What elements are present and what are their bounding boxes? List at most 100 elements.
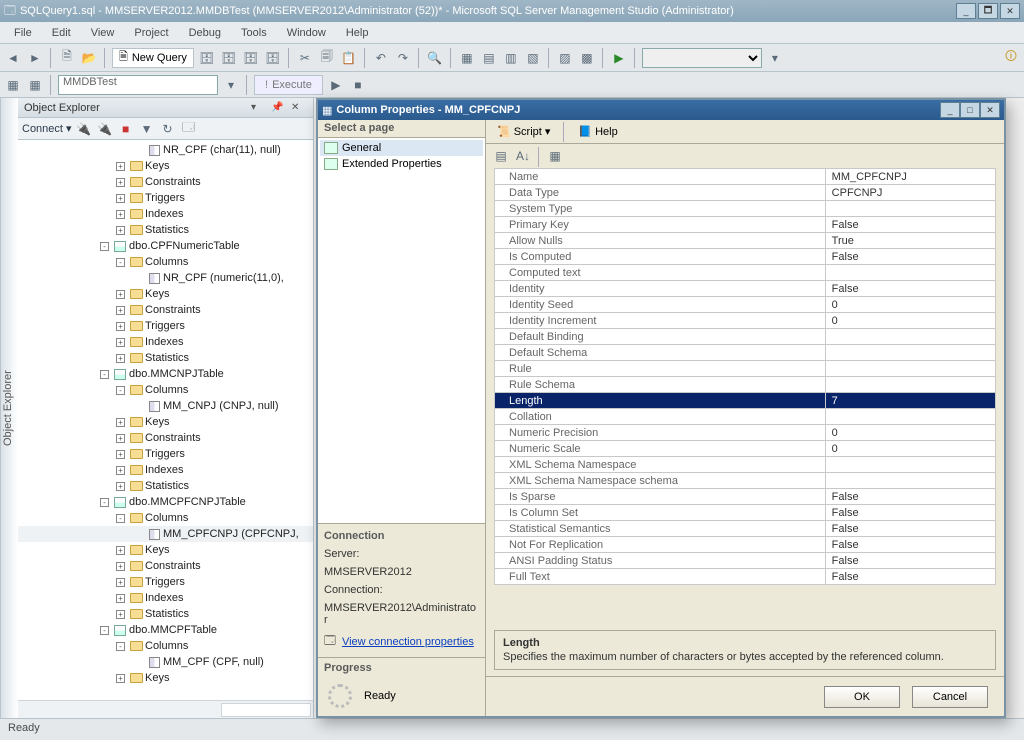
db4-icon[interactable]: 🗄 bbox=[264, 49, 282, 67]
property-row[interactable]: Rule bbox=[495, 361, 996, 377]
expand-toggle[interactable]: - bbox=[100, 242, 109, 251]
menu-help[interactable]: Help bbox=[338, 25, 377, 41]
tree-node[interactable]: +Triggers bbox=[18, 318, 313, 334]
open-db-icon[interactable]: 🗄 bbox=[198, 49, 216, 67]
expand-toggle[interactable]: + bbox=[116, 178, 125, 187]
t2b-icon[interactable]: ▦ bbox=[26, 76, 44, 94]
database-combo[interactable]: MMDBTest bbox=[58, 75, 218, 95]
execute-button[interactable]: ! Execute bbox=[254, 75, 323, 95]
expand-toggle[interactable]: + bbox=[116, 562, 125, 571]
expand-toggle[interactable]: - bbox=[116, 642, 125, 651]
menu-project[interactable]: Project bbox=[126, 25, 176, 41]
expand-toggle[interactable]: + bbox=[116, 434, 125, 443]
tree-node[interactable]: -dbo.MMCPFCNPJTable bbox=[18, 494, 313, 510]
tree-node[interactable]: -Columns bbox=[18, 638, 313, 654]
expand-toggle[interactable]: + bbox=[116, 578, 125, 587]
expand-toggle[interactable]: + bbox=[116, 162, 125, 171]
tree-node[interactable]: NR_CPF (numeric(11,0), bbox=[18, 270, 313, 286]
maximize-button[interactable]: 🗖 bbox=[978, 3, 998, 19]
expand-toggle[interactable]: - bbox=[116, 514, 125, 523]
dialog-close-button[interactable]: ✕ bbox=[980, 102, 1000, 118]
tree-node[interactable]: NR_CPF (char(11), null) bbox=[18, 142, 313, 158]
tree-node[interactable]: +Statistics bbox=[18, 222, 313, 238]
oe-tool2-icon[interactable]: 🔌 bbox=[96, 120, 114, 138]
expand-toggle[interactable]: + bbox=[116, 290, 125, 299]
property-row[interactable]: Rule Schema bbox=[495, 377, 996, 393]
find-icon[interactable]: 🔍 bbox=[426, 49, 444, 67]
tree-node[interactable]: +Keys bbox=[18, 670, 313, 686]
property-row[interactable]: Length7 bbox=[495, 393, 996, 409]
forward-icon[interactable]: ► bbox=[26, 49, 44, 67]
tree-node[interactable]: +Indexes bbox=[18, 590, 313, 606]
cancel-button[interactable]: Cancel bbox=[912, 686, 988, 708]
tool2-icon[interactable]: ▤ bbox=[480, 49, 498, 67]
menu-view[interactable]: View bbox=[83, 25, 123, 41]
pin-icon[interactable]: 📌 bbox=[271, 102, 287, 113]
ok-button[interactable]: OK bbox=[824, 686, 900, 708]
expand-toggle[interactable]: + bbox=[116, 194, 125, 203]
properties-grid[interactable]: NameMM_CPFCNPJData TypeCPFCNPJSystem Typ… bbox=[494, 168, 996, 585]
property-row[interactable]: IdentityFalse bbox=[495, 281, 996, 297]
connect-button[interactable]: Connect ▾ bbox=[22, 122, 72, 135]
sort-icon[interactable]: A↓ bbox=[514, 147, 532, 165]
cut-icon[interactable]: ✂ bbox=[296, 49, 314, 67]
oe-tool1-icon[interactable]: 🔌 bbox=[75, 120, 93, 138]
tree-node[interactable]: +Triggers bbox=[18, 446, 313, 462]
expand-toggle[interactable]: + bbox=[116, 210, 125, 219]
property-row[interactable]: XML Schema Namespace bbox=[495, 457, 996, 473]
expand-toggle[interactable]: + bbox=[116, 226, 125, 235]
play-icon[interactable]: ▶ bbox=[610, 49, 628, 67]
object-tree[interactable]: NR_CPF (char(11), null) +Keys +Constraints… bbox=[18, 140, 313, 700]
tree-node[interactable]: +Statistics bbox=[18, 350, 313, 366]
tree-node[interactable]: MM_CPF (CPF, null) bbox=[18, 654, 313, 670]
menu-file[interactable]: File bbox=[6, 25, 40, 41]
t2a-icon[interactable]: ▦ bbox=[4, 76, 22, 94]
tree-node[interactable]: +Constraints bbox=[18, 302, 313, 318]
expand-toggle[interactable]: + bbox=[116, 418, 125, 427]
property-row[interactable]: Identity Seed0 bbox=[495, 297, 996, 313]
grid-tool-icon[interactable]: ▦ bbox=[546, 147, 564, 165]
property-row[interactable]: Numeric Scale0 bbox=[495, 441, 996, 457]
property-row[interactable]: Primary KeyFalse bbox=[495, 217, 996, 233]
menu-debug[interactable]: Debug bbox=[181, 25, 229, 41]
tree-node[interactable]: +Indexes bbox=[18, 334, 313, 350]
tree-node[interactable]: -Columns bbox=[18, 382, 313, 398]
expand-toggle[interactable]: + bbox=[116, 482, 125, 491]
categorize-icon[interactable]: ▤ bbox=[492, 147, 510, 165]
property-row[interactable]: Is Column SetFalse bbox=[495, 505, 996, 521]
oe-tool3-icon[interactable]: 🗔 bbox=[180, 120, 198, 138]
paste-icon[interactable]: 📋 bbox=[340, 49, 358, 67]
dialog-minimize-button[interactable]: _ bbox=[940, 102, 960, 118]
oe-refresh-icon[interactable]: ↻ bbox=[159, 120, 177, 138]
property-row[interactable]: Data TypeCPFCNPJ bbox=[495, 185, 996, 201]
expand-toggle[interactable]: + bbox=[116, 306, 125, 315]
property-row[interactable]: Full TextFalse bbox=[495, 569, 996, 585]
tree-node[interactable]: +Triggers bbox=[18, 574, 313, 590]
close-panel-icon[interactable]: ✕ bbox=[291, 102, 307, 113]
tree-node[interactable]: -dbo.MMCPFTable bbox=[18, 622, 313, 638]
menu-edit[interactable]: Edit bbox=[44, 25, 79, 41]
dropdown-icon[interactable]: ▾ bbox=[766, 49, 784, 67]
tree-node[interactable]: +Keys bbox=[18, 542, 313, 558]
tree-node[interactable]: +Keys bbox=[18, 414, 313, 430]
expand-toggle[interactable]: - bbox=[100, 370, 109, 379]
tree-node[interactable]: +Indexes bbox=[18, 206, 313, 222]
tool1-icon[interactable]: ▦ bbox=[458, 49, 476, 67]
tool6-icon[interactable]: ▩ bbox=[578, 49, 596, 67]
expand-toggle[interactable]: + bbox=[116, 354, 125, 363]
db3-icon[interactable]: 🗄 bbox=[242, 49, 260, 67]
object-explorer-tab[interactable]: Object Explorer bbox=[0, 98, 18, 718]
menu-tools[interactable]: Tools bbox=[233, 25, 275, 41]
tree-node[interactable]: +Indexes bbox=[18, 462, 313, 478]
script-button[interactable]: 📜Script ▾ bbox=[492, 122, 555, 141]
tree-node[interactable]: MM_CNPJ (CNPJ, null) bbox=[18, 398, 313, 414]
undo-icon[interactable]: ↶ bbox=[372, 49, 390, 67]
expand-toggle[interactable]: - bbox=[100, 498, 109, 507]
tree-node[interactable]: +Statistics bbox=[18, 478, 313, 494]
oe-filter-icon[interactable]: ▼ bbox=[138, 120, 156, 138]
expand-toggle[interactable]: - bbox=[116, 258, 125, 267]
debug-icon[interactable]: ▶ bbox=[327, 76, 345, 94]
property-row[interactable]: NameMM_CPFCNPJ bbox=[495, 169, 996, 185]
expand-toggle[interactable]: + bbox=[116, 322, 125, 331]
tree-node[interactable]: -dbo.CPFNumericTable bbox=[18, 238, 313, 254]
